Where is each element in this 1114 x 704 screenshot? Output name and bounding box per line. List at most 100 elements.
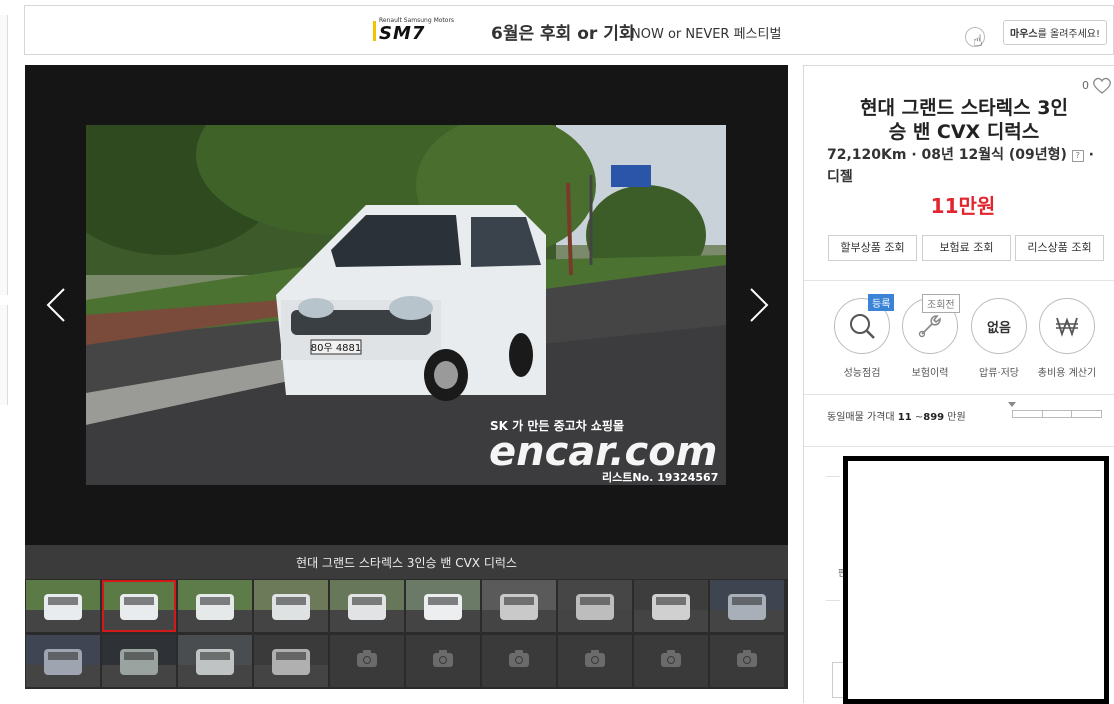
photo-thumbnail[interactable]	[710, 580, 784, 632]
total-cost-label: 총비용 계산기	[1037, 368, 1097, 379]
photo-thumbnail[interactable]	[406, 580, 480, 632]
specs-mileage-year: 72,120Km · 08년 12월식 (09년형)	[827, 147, 1067, 163]
prev-photo-arrow-icon[interactable]	[42, 285, 72, 325]
left-edge-panel	[0, 0, 8, 702]
photo-thumbnail[interactable]	[26, 635, 100, 687]
lease-lookup-button[interactable]: 리스상품 조회	[1015, 235, 1104, 261]
thumbnail-image	[330, 580, 404, 632]
empty-thumbnail	[710, 635, 784, 687]
range-min: 11	[897, 412, 912, 423]
section-divider	[804, 280, 1114, 281]
photo-caption: 현대 그랜드 스타렉스 3인승 밴 CVX 디럭스	[25, 545, 788, 579]
photo-thumbnail[interactable]	[634, 580, 708, 632]
price-range-text: 동일매물 가격대 11 ~899 만원	[827, 408, 966, 423]
thumbnail-image	[710, 580, 784, 632]
empty-thumbnail	[406, 635, 480, 687]
tip-bold: 마우스	[1010, 29, 1038, 40]
favorite-count: 0	[1082, 79, 1089, 92]
brand-accent-bar	[373, 21, 376, 41]
lien-mortgage-label: 압류·저당	[979, 368, 1019, 379]
vehicle-title: 현대 그랜드 스타렉스 3인 승 밴 CVX 디럭스	[834, 96, 1094, 144]
photo-thumbnail[interactable]	[26, 580, 100, 632]
photo-thumbnail[interactable]	[254, 580, 328, 632]
thumbnail-image	[178, 635, 252, 687]
tip-rest: 를 올려주세요!	[1037, 29, 1100, 40]
camera-icon	[737, 650, 757, 667]
finance-button-row: 할부상품 조회 보험료 조회 리스상품 조회	[828, 235, 1104, 261]
photo-thumbnail[interactable]	[330, 580, 404, 632]
specs-separator: ·	[1083, 147, 1094, 163]
thumbnail-strip	[25, 579, 788, 689]
camera-icon	[433, 650, 453, 667]
range-max: 899	[923, 412, 945, 423]
range-sep: ~	[911, 412, 924, 423]
section-divider	[804, 446, 1114, 447]
thumbnail-image	[102, 580, 176, 632]
thumbnail-image	[254, 635, 328, 687]
photo-thumbnail[interactable]	[254, 635, 328, 687]
banner-subline: NOW or NEVER 페스티벌	[631, 27, 782, 42]
camera-icon	[509, 650, 529, 667]
vehicle-title-line: 현대 그랜드 스타렉스 3인	[860, 97, 1068, 119]
ad-banner[interactable]: Renault Samsung Motors SM7 6월은 후회 or 기회 …	[24, 5, 1114, 55]
installment-lookup-button[interactable]: 할부상품 조회	[828, 235, 917, 261]
vehicle-price: 11만원	[930, 194, 996, 218]
section-divider	[804, 394, 1114, 395]
photo-gallery: 80우 4881 SK 가 만든 중고차 쇼핑몰 encar.com 리스트No…	[25, 65, 788, 545]
camera-icon	[661, 650, 681, 667]
brand-logo: SM7	[379, 23, 426, 44]
lien-status-text: 없음	[987, 321, 1011, 336]
thumbnail-image	[558, 580, 632, 632]
main-photo-image: 80우 4881 SK 가 만든 중고차 쇼핑몰 encar.com 리스트No…	[86, 125, 726, 485]
range-prefix: 동일매물 가격대	[827, 412, 898, 423]
photo-thumbnail[interactable]	[102, 635, 176, 687]
question-icon[interactable]: ?	[1071, 150, 1084, 162]
thumbnail-image	[178, 580, 252, 632]
main-photo[interactable]: 80우 4881 SK 가 만든 중고차 쇼핑몰 encar.com 리스트No…	[86, 125, 726, 485]
lien-mortgage-item[interactable]: 없음 압류·저당	[969, 298, 1029, 379]
insurance-history-label: 보험이력	[911, 368, 949, 379]
empty-thumbnail	[482, 635, 556, 687]
next-photo-arrow-icon[interactable]	[743, 285, 773, 325]
thumbnail-image	[634, 580, 708, 632]
thumbnail-image	[482, 580, 556, 632]
photo-thumbnail[interactable]	[178, 635, 252, 687]
registered-badge: 등록	[868, 294, 895, 311]
total-cost-item[interactable]: 총비용 계산기	[1037, 298, 1097, 379]
thumbnail-image	[26, 580, 100, 632]
lien-mortgage-circle[interactable]: 없음	[971, 298, 1027, 354]
vehicle-specs: 72,120Km · 08년 12월식 (09년형) ? · 디젤	[827, 144, 1097, 188]
total-cost-circle[interactable]	[1039, 298, 1095, 354]
hand-pointer-icon: ☝	[973, 31, 983, 50]
heart-icon[interactable]	[1092, 77, 1112, 95]
won-sign-icon	[1056, 317, 1078, 337]
license-plate: 80우 4881	[311, 342, 362, 354]
camera-icon	[357, 650, 377, 667]
price-range-marker	[1008, 402, 1016, 407]
watermark-logo: encar.com	[489, 429, 717, 475]
range-suffix: 만원	[944, 412, 966, 423]
vehicle-title-line: 승 밴 CVX 디럭스	[888, 121, 1040, 143]
hidden-row-line	[826, 476, 840, 477]
listing-number: 리스트No. 19324567	[602, 470, 718, 484]
performance-check-label: 성능점검	[843, 368, 881, 379]
overlay-box	[843, 456, 1109, 704]
photo-thumbnail[interactable]	[482, 580, 556, 632]
thumbnail-image	[26, 635, 100, 687]
magnifier-icon	[850, 314, 875, 339]
banner-headline: 6월은 후회 or 기회	[491, 24, 635, 44]
price-range-bar	[1012, 410, 1102, 418]
photo-thumbnail[interactable]	[558, 580, 632, 632]
photo-thumbnail[interactable]	[102, 580, 176, 632]
specs-fuel: 디젤	[827, 169, 853, 185]
left-edge-block	[0, 15, 8, 295]
empty-thumbnail	[330, 635, 404, 687]
thumbnail-image	[254, 580, 328, 632]
thumbnail-image	[406, 580, 480, 632]
empty-thumbnail	[558, 635, 632, 687]
camera-icon	[585, 650, 605, 667]
not-checked-badge: 조회전	[922, 294, 960, 313]
insurance-lookup-button[interactable]: 보험료 조회	[922, 235, 1011, 261]
photo-thumbnail[interactable]	[178, 580, 252, 632]
mouse-hint-tooltip: 마우스를 올려주세요!	[1003, 20, 1107, 45]
